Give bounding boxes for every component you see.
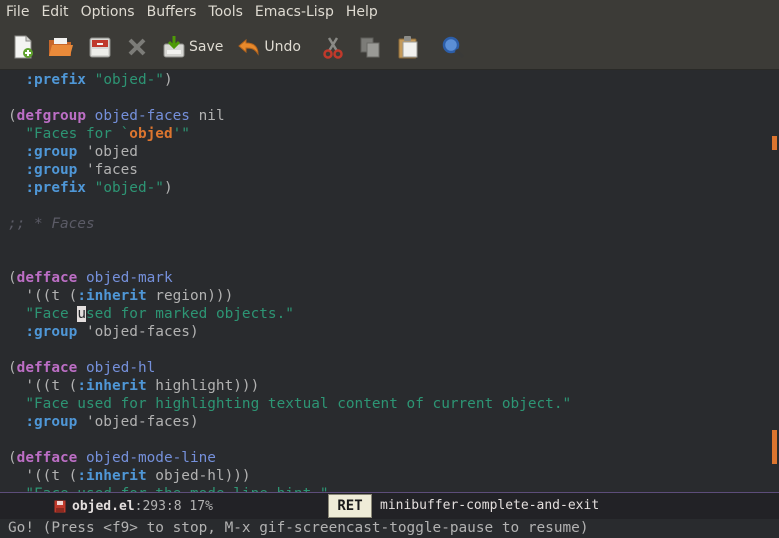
code-line: "Face used for the mode line hint."	[8, 485, 328, 492]
code-line: '((t (:inherit highlight)))	[8, 378, 260, 394]
command-name: minibuffer-complete-and-exit	[380, 498, 600, 513]
cursor-position: :293:8 17%	[134, 498, 213, 514]
new-file-button[interactable]	[0, 25, 41, 69]
code-line: :group 'objed	[25, 144, 138, 160]
code-line: '((t (:inherit region)))	[8, 288, 234, 304]
fringe-marker	[772, 430, 777, 464]
code-line: :group 'faces	[25, 162, 138, 178]
buffer-name: objed.el	[72, 498, 135, 514]
code-line: "Face used for highlighting textual cont…	[25, 396, 572, 412]
dired-button[interactable]	[81, 25, 119, 69]
cut-button[interactable]	[308, 25, 351, 69]
code-line: '((t (:inherit objed-hl)))	[8, 468, 251, 484]
scroll-fringe[interactable]	[768, 70, 779, 492]
code-line: :group 'objed-faces)	[25, 414, 199, 430]
kill-buffer-button[interactable]	[119, 25, 155, 69]
code-line: (defface objed-mark	[8, 270, 173, 286]
code-line: (defface objed-hl	[8, 360, 156, 376]
copy-icon	[360, 37, 380, 58]
code-line: :prefix "objed-")	[25, 180, 173, 196]
text-cursor: u	[77, 306, 86, 322]
search-button[interactable]	[427, 25, 472, 69]
minibuffer[interactable]: Go! (Press <f9> to stop, M-x gif-screenc…	[0, 519, 779, 538]
editor-buffer[interactable]: :prefix "objed-") (defgroup objed-faces …	[0, 70, 768, 492]
code-line: (defface objed-mode-line	[8, 450, 216, 466]
code-line: (defgroup objed-faces nil	[8, 108, 225, 124]
menu-bar: File Edit Options Buffers Tools Emacs-Li…	[0, 0, 779, 25]
menu-tools[interactable]: Tools	[202, 0, 249, 25]
save-button[interactable]: Save	[155, 25, 230, 69]
code-line: "Faces for `objed'"	[25, 126, 190, 142]
save-label: Save	[189, 39, 224, 55]
code-line: "Face used for marked objects."	[25, 306, 294, 322]
file-cabinet-icon	[89, 37, 111, 58]
key-badge: RET	[328, 494, 372, 518]
save-icon	[54, 500, 66, 512]
tool-bar: Save Undo	[0, 25, 779, 70]
scissors-icon	[323, 37, 343, 59]
menu-options[interactable]: Options	[75, 0, 141, 25]
undo-button[interactable]: Undo	[230, 25, 308, 69]
menu-file[interactable]: File	[0, 0, 35, 25]
fringe-marker	[772, 136, 777, 150]
save-icon	[163, 36, 185, 58]
copy-button[interactable]	[351, 25, 389, 69]
paste-button[interactable]	[389, 25, 427, 69]
code-line: :prefix "objed-")	[25, 72, 173, 88]
menu-buffers[interactable]: Buffers	[141, 0, 203, 25]
clipboard-icon	[398, 36, 418, 59]
menu-emacs-lisp[interactable]: Emacs-Lisp	[249, 0, 340, 25]
modified-indicator	[54, 500, 66, 513]
menu-edit[interactable]: Edit	[35, 0, 74, 25]
open-file-button[interactable]	[41, 25, 81, 69]
undo-icon	[238, 38, 259, 56]
search-icon	[442, 36, 465, 59]
close-icon	[128, 38, 146, 56]
comment-line: ;; * Faces	[8, 216, 95, 232]
code-line: :group 'objed-faces)	[25, 324, 199, 340]
folder-open-icon	[49, 38, 73, 56]
menu-help[interactable]: Help	[340, 0, 384, 25]
new-file-icon	[14, 35, 33, 59]
undo-label: Undo	[264, 39, 301, 55]
